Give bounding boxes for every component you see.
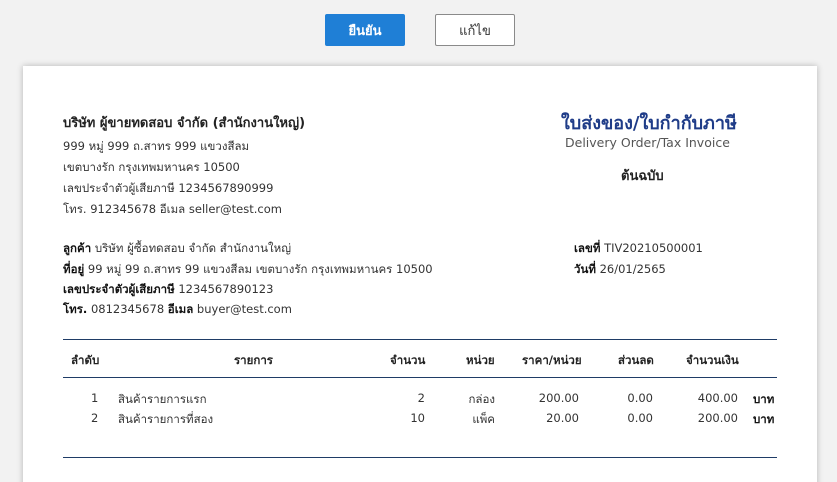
buyer-contact-line: โทร. 0812345678 อีเมล buyer@test.com: [63, 301, 292, 319]
buyer-email-label: อีเมล: [167, 302, 194, 316]
seller-address-1: 999 หมู่ 999 ถ.สาทร 999 แขวงสีลม: [63, 139, 250, 153]
document-date-line: วันที่ 26/01/2565: [574, 261, 666, 279]
buyer-phone-label: โทร.: [63, 302, 88, 316]
document-number-label: เลขที่: [574, 241, 601, 255]
table-bottom-rule: [63, 457, 777, 458]
confirm-button[interactable]: ยืนยัน: [325, 14, 405, 46]
row-no: 2: [91, 411, 99, 425]
row-amount: 400.00: [697, 391, 738, 405]
seller-contact: โทร. 912345678 อีเมล seller@test.com: [63, 202, 282, 216]
header-qty: จำนวน: [390, 353, 426, 367]
buyer-name: บริษัท ผู้ซื้อทดสอบ จำกัด สำนักงานใหญ่: [94, 241, 292, 255]
row-qty: 10: [410, 411, 425, 425]
document-number: TIV20210500001: [604, 241, 703, 255]
buyer-name-line: ลูกค้า บริษัท ผู้ซื้อทดสอบ จำกัด สำนักงา…: [63, 240, 291, 258]
buyer-tax-id: 1234567890123: [178, 282, 274, 296]
row-price: 200.00: [538, 391, 579, 405]
row-item: สินค้ารายการที่สอง: [118, 412, 214, 426]
header-item: รายการ: [234, 353, 273, 367]
row-discount: 0.00: [627, 391, 653, 405]
row-discount: 0.00: [627, 411, 653, 425]
row-currency: บาท: [753, 392, 775, 406]
document-title-en: Delivery Order/Tax Invoice: [565, 135, 730, 150]
row-qty: 2: [417, 391, 425, 405]
header-amount: จำนวนเงิน: [686, 353, 739, 367]
seller-name: บริษัท ผู้ขายทดสอบ จำกัด (สำนักงานใหญ่): [63, 116, 306, 131]
row-no: 1: [91, 391, 99, 405]
document-copy-label: ต้นฉบับ: [621, 169, 664, 184]
row-unit: แพ็ค: [472, 412, 495, 426]
row-item: สินค้ารายการแรก: [118, 392, 207, 406]
document-date-label: วันที่: [574, 262, 596, 276]
buyer-phone: 0812345678: [90, 302, 165, 316]
row-amount: 200.00: [697, 411, 738, 425]
buyer-tax-line: เลขประจำตัวผู้เสียภาษี 1234567890123: [63, 281, 273, 299]
buyer-address-label: ที่อยู่: [63, 262, 85, 276]
edit-button[interactable]: แก้ไข: [435, 14, 515, 46]
row-price: 20.00: [546, 411, 579, 425]
header-discount: ส่วนลด: [618, 353, 654, 367]
table-header-rule: [63, 377, 777, 378]
buyer-email: buyer@test.com: [196, 302, 292, 316]
table-top-rule: [63, 339, 777, 340]
document-number-line: เลขที่ TIV20210500001: [574, 240, 703, 258]
buyer-address: 99 หมู่ 99 ถ.สาทร 99 แขวงสีลม เขตบางรัก …: [87, 262, 433, 276]
seller-tax-id: เลขประจำตัวผู้เสียภาษี 1234567890999: [63, 181, 274, 195]
header-price: ราคา/หน่วย: [522, 353, 582, 367]
document-date: 26/01/2565: [599, 262, 666, 276]
header-no: ลำดับ: [71, 353, 100, 367]
invoice-paper: บริษัท ผู้ขายทดสอบ จำกัด (สำนักงานใหญ่) …: [23, 66, 817, 482]
header-unit: หน่วย: [466, 353, 495, 367]
buyer-name-label: ลูกค้า: [63, 241, 92, 255]
row-currency: บาท: [753, 412, 775, 426]
seller-address-2: เขตบางรัก กรุงเทพมหานคร 10500: [63, 160, 240, 174]
buyer-tax-label: เลขประจำตัวผู้เสียภาษี: [63, 282, 175, 296]
document-title-th: ใบส่งของ/ใบกำกับภาษี: [561, 113, 737, 134]
buyer-address-line: ที่อยู่ 99 หมู่ 99 ถ.สาทร 99 แขวงสีลม เข…: [63, 261, 433, 279]
row-unit: กล่อง: [468, 392, 495, 406]
